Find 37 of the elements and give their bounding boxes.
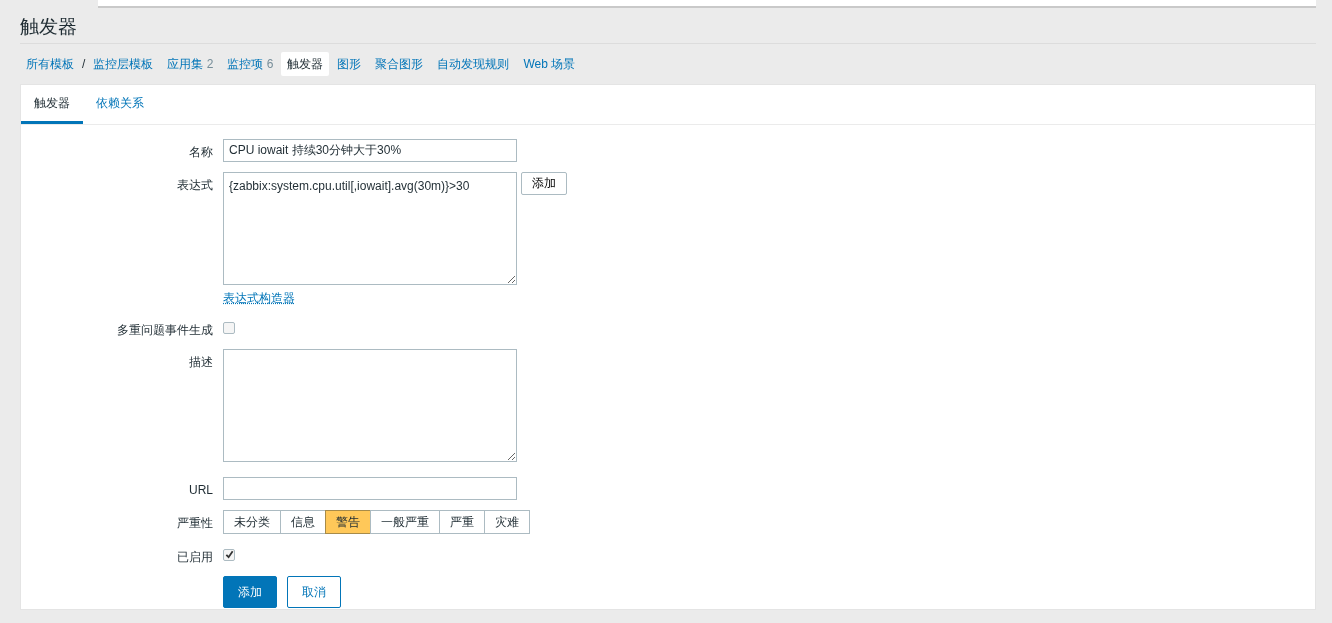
field-label: 描述 [188, 353, 214, 371]
text-field[interactable]: CPU iowait 持续30分钟大于30% [223, 138, 517, 162]
field-label: 多重问题事件生成 [116, 321, 214, 339]
checkbox[interactable] [223, 548, 235, 561]
breadcrumb-link[interactable]: 监控项 6 [221, 51, 280, 76]
breadcrumb-link[interactable]: 监控层模板 [87, 51, 160, 76]
breadcrumb-link[interactable]: 聚合图形 [369, 51, 430, 76]
address-bar[interactable] [98, 0, 1316, 8]
field-label: URL [188, 481, 214, 499]
breadcrumb-link[interactable]: 自动发现规则 [431, 51, 516, 76]
severity-option[interactable]: 未分类 [223, 509, 281, 534]
breadcrumb-link[interactable]: Web 场景 [517, 51, 582, 76]
text-field[interactable] [223, 476, 517, 500]
severity-option[interactable]: 警告 [325, 509, 371, 534]
breadcrumb-link[interactable]: 应用集 2 [161, 51, 220, 76]
text-area[interactable] [223, 348, 517, 462]
breadcrumb-link[interactable]: 图形 [331, 51, 368, 76]
field-label: 名称 [188, 143, 214, 161]
checkbox[interactable] [223, 321, 235, 334]
tab[interactable]: 触发器 [21, 84, 83, 124]
breadcrumb-link[interactable]: 所有模板 [20, 51, 80, 76]
cancel-button[interactable]: 取消 [287, 575, 341, 608]
breadcrumb-link[interactable]: 触发器 [281, 51, 330, 76]
field-label: 严重性 [176, 514, 214, 532]
severity-option[interactable]: 信息 [280, 509, 326, 534]
submit-button[interactable]: 添加 [223, 575, 277, 608]
expression-builder-link[interactable]: 表达式构造器 [223, 288, 295, 307]
field-label: 表达式 [176, 176, 214, 194]
tab[interactable]: 依赖关系 [83, 84, 157, 124]
breadcrumb-separator: / [82, 55, 86, 73]
field-label: 已启用 [176, 548, 214, 566]
severity-option[interactable]: 严重 [439, 509, 485, 534]
page-title: 触发器 [20, 8, 1316, 44]
severity-option[interactable]: 一般严重 [370, 509, 440, 534]
expression-field[interactable]: {zabbix:system.cpu.util[,iowait].avg(30m)}>30 [223, 171, 517, 285]
severity-option[interactable]: 灾难 [484, 509, 530, 534]
add-button[interactable]: 添加 [521, 171, 567, 195]
